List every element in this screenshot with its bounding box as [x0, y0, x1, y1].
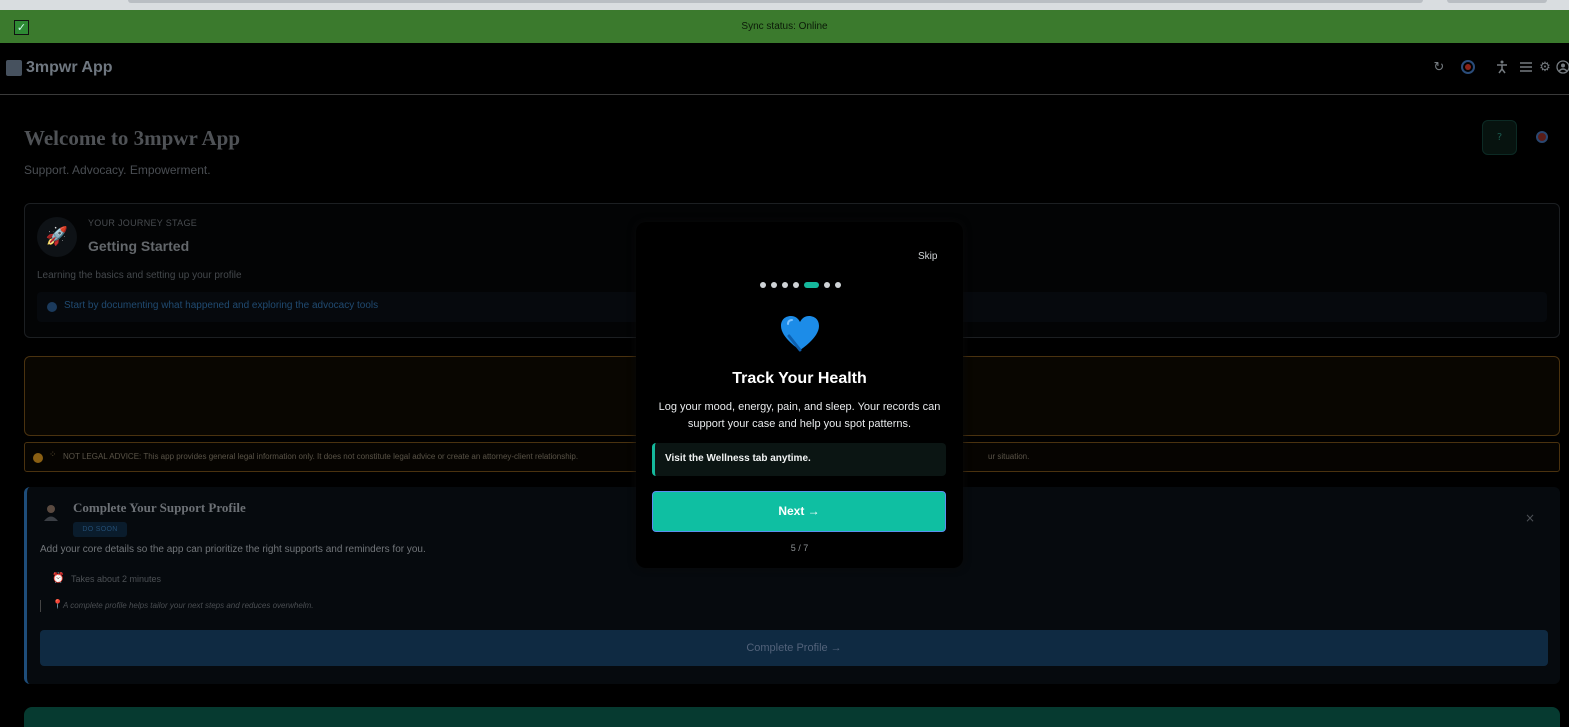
app-name[interactable]: 3mpwr App — [26, 59, 113, 77]
modal-callout-text: Visit the Wellness tab anytime. — [665, 453, 811, 464]
next-card — [24, 707, 1560, 727]
sparkle-icon: ⁘ — [49, 450, 57, 460]
person-icon — [41, 502, 63, 524]
browser-strip — [0, 0, 1569, 10]
blue-heart-icon — [781, 316, 819, 352]
step-dot — [835, 282, 841, 288]
page-title: Welcome to 3mpwr App — [24, 126, 241, 150]
modal-description: Log your mood, energy, pain, and sleep. … — [658, 401, 941, 430]
complete-profile-button[interactable]: Complete Profile → — [40, 630, 1548, 666]
skip-button[interactable]: Skip — [918, 251, 937, 262]
modal-callout: Visit the Wellness tab anytime. — [652, 443, 946, 476]
status-badge: DO SOON — [73, 522, 127, 537]
legal-disclaimer-text-end: ur situation. — [988, 452, 1030, 461]
time-estimate: Takes about 2 minutes — [71, 574, 162, 584]
close-icon[interactable]: × — [1525, 511, 1535, 525]
help-button[interactable]: ? — [1482, 120, 1517, 155]
step-indicator — [760, 282, 841, 288]
journey-stage-label: YOUR JOURNEY STAGE — [88, 218, 198, 228]
app-header: 3mpwr App ↻ ⚙ — [0, 43, 1569, 95]
step-dot — [760, 282, 766, 288]
profile-hint: A complete profile helps tailor your nex… — [63, 601, 314, 610]
legal-disclaimer-text: NOT LEGAL ADVICE: This app provides gene… — [63, 452, 579, 461]
step-dot — [793, 282, 799, 288]
journey-stage-description: Learning the basics and setting up your … — [37, 270, 242, 281]
step-dot — [782, 282, 788, 288]
menu-icon[interactable] — [1518, 60, 1534, 76]
target-icon[interactable] — [1536, 131, 1548, 143]
profile-card-title: Complete Your Support Profile — [73, 500, 246, 515]
user-icon[interactable] — [1555, 60, 1569, 76]
sync-status-text: Sync status: Online — [741, 21, 828, 32]
alarm-clock-icon: ⏰ — [52, 573, 65, 584]
warning-icon — [33, 453, 43, 463]
page-subtitle: Support. Advocacy. Empowerment. — [24, 163, 211, 177]
step-dot — [824, 282, 830, 288]
sync-status-bar: ✓ Sync status: Online — [0, 10, 1569, 43]
rocket-icon: 🚀 — [37, 217, 77, 257]
checkbox-icon[interactable]: ✓ — [14, 20, 29, 35]
step-counter: 5 / 7 — [790, 543, 809, 553]
browser-address-bar — [128, 0, 1423, 3]
refresh-icon[interactable]: ↻ — [1431, 60, 1447, 76]
journey-stage-name: Getting Started — [88, 238, 190, 254]
step-dot — [771, 282, 777, 288]
target-icon[interactable] — [1460, 60, 1476, 76]
info-icon — [47, 302, 57, 312]
step-dot-active — [804, 282, 819, 288]
journey-tip-text: Start by documenting what happened and e… — [64, 300, 379, 311]
accessibility-icon[interactable] — [1494, 60, 1510, 76]
profile-card-description: Add your core details so the app can pri… — [40, 544, 426, 555]
gear-icon[interactable]: ⚙ — [1537, 60, 1553, 76]
browser-control — [1447, 0, 1547, 3]
pin-icon: 📍 — [52, 600, 64, 610]
hint-divider — [40, 600, 41, 612]
modal-title: Track Your Health — [732, 370, 867, 387]
app-logo-icon — [6, 60, 22, 76]
next-button[interactable]: Next → — [652, 491, 946, 532]
onboarding-modal: Skip Track Your Health Log your mood, en… — [636, 222, 963, 568]
